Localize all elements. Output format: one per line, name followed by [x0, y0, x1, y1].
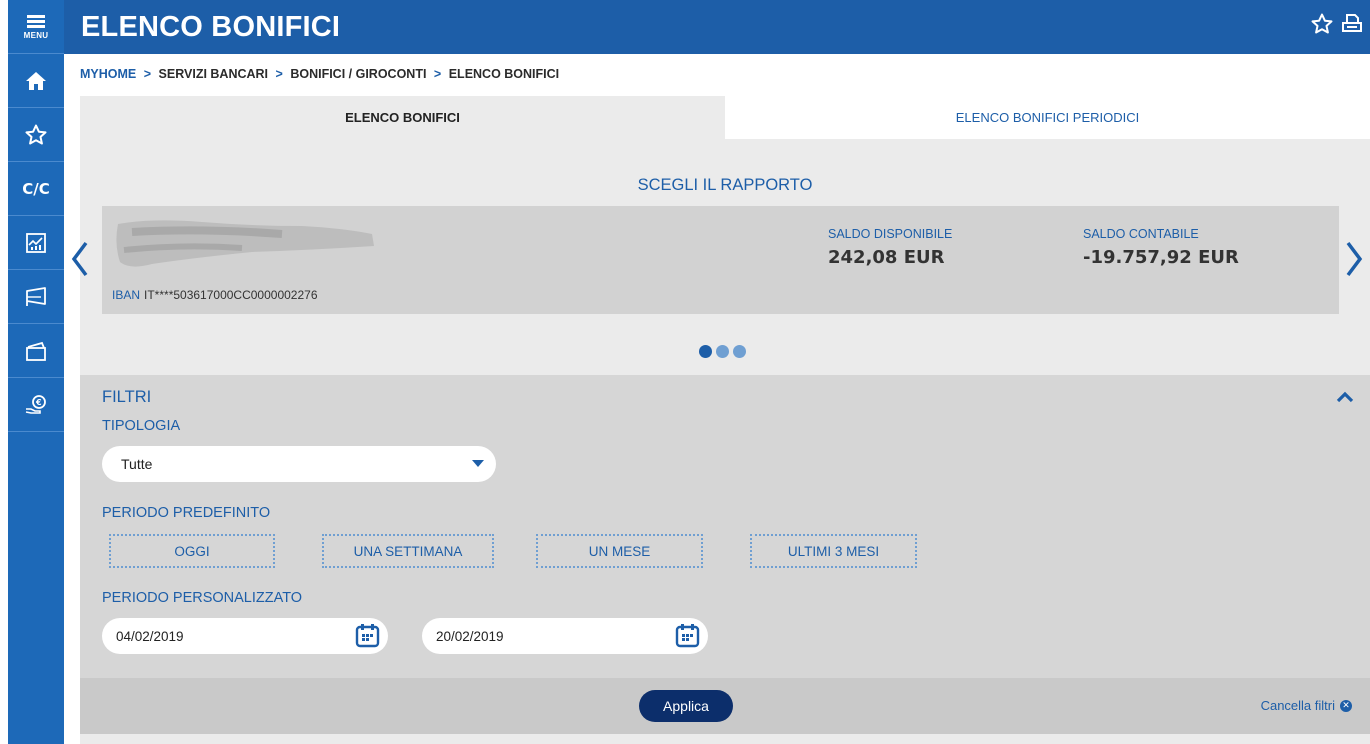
card-icon [26, 341, 46, 361]
breadcrumb: MYHOME > SERVIZI BANCARI > BONIFICI / GI… [80, 67, 559, 81]
periodo-personalizzato-label: PERIODO PERSONALIZZATO [102, 590, 303, 606]
euro-hand-icon: € [25, 394, 46, 414]
breadcrumb-item[interactable]: SERVIZI BANCARI [159, 67, 269, 81]
iban-label: IBAN [112, 288, 141, 302]
filters-panel: FILTRI TIPOLOGIA Tutte PERIODO PREDEFINI… [80, 375, 1370, 678]
filters-footer: Applica Cancella filtri ✕ [80, 678, 1370, 734]
chevron-left-icon[interactable] [70, 239, 90, 279]
megaphone-icon [26, 286, 46, 306]
period-week-button[interactable]: UNA SETTIMANA [322, 534, 494, 568]
choose-account-title: SCEGLI IL RAPPORTO [637, 176, 813, 194]
home-icon [26, 71, 46, 90]
saldo-disponibile: SALDO DISPONIBILE 242,08 EUR [828, 227, 952, 268]
periodo-predefinito-label: PERIODO PREDEFINITO [102, 505, 271, 521]
breadcrumb-item-current: ELENCO BONIFICI [448, 67, 560, 81]
date-to-field[interactable]: 20/02/2019 [422, 618, 708, 654]
favorite-star-icon[interactable] [1310, 12, 1334, 36]
menu-label: MENU [23, 31, 49, 40]
breadcrumb-item[interactable]: BONIFICI / GIROCONTI [290, 67, 426, 81]
tab-elenco-bonifici[interactable]: ELENCO BONIFICI [80, 96, 725, 139]
tipologia-select[interactable]: Tutte [102, 446, 496, 482]
sidebar-item-home[interactable] [8, 54, 64, 108]
print-icon[interactable] [1340, 12, 1364, 36]
page-header: ELENCO BONIFICI [64, 0, 1370, 54]
sidebar-item-news[interactable] [8, 270, 64, 324]
saldo-disponibile-label: SALDO DISPONIBILE [828, 227, 953, 241]
pager-dot-2[interactable] [716, 345, 729, 358]
date-from-field[interactable]: 04/02/2019 [102, 618, 388, 654]
sidebar-item-cc-label: C/C [22, 179, 50, 198]
breadcrumb-home[interactable]: MYHOME [80, 67, 136, 81]
redacted-account-name [116, 220, 375, 267]
main-content: SCEGLI IL RAPPORTO IBAN IT****503617000CC… [71, 139, 1370, 744]
hamburger-icon [27, 13, 45, 30]
calendar-icon[interactable] [355, 623, 380, 648]
breadcrumb-separator: > [433, 67, 442, 81]
account-card[interactable]: IBAN IT****503617000CC0000002276 SALDO DI… [102, 206, 1339, 314]
sidebar-item-payments[interactable]: € [8, 378, 64, 432]
clear-filters-link[interactable]: Cancella filtri ✕ [1261, 698, 1352, 713]
star-icon [25, 124, 47, 144]
caret-down-icon [472, 460, 484, 467]
chevron-up-icon[interactable] [1336, 390, 1354, 404]
saldo-contabile-label: SALDO CONTABILE [1083, 227, 1199, 241]
chevron-right-icon[interactable] [1344, 239, 1364, 279]
app-root: MENU C/C € ELENCO BONIFICI MYHOME > SERV… [0, 0, 1370, 744]
date-from-value: 04/02/2019 [116, 628, 184, 644]
saldo-contabile: SALDO CONTABILE -19.757,92 EUR [1083, 227, 1239, 268]
period-3-months-button[interactable]: ULTIMI 3 MESI [750, 534, 917, 568]
period-today-button[interactable]: OGGI [109, 534, 275, 568]
iban: IBAN IT****503617000CC0000002276 [112, 288, 318, 302]
sidebar-item-conto-corrente[interactable]: C/C [8, 162, 64, 216]
sidebar-item-investments[interactable] [8, 216, 64, 270]
breadcrumb-separator: > [143, 67, 152, 81]
sidebar: MENU C/C € [8, 0, 64, 744]
sidebar-item-cards[interactable] [8, 324, 64, 378]
chart-icon [26, 232, 46, 253]
svg-text:€: € [35, 398, 42, 407]
clear-filters-label: Cancella filtri [1260, 698, 1335, 713]
close-circle-icon: ✕ [1340, 699, 1352, 712]
date-to-value: 20/02/2019 [436, 628, 504, 644]
pager-dot-3[interactable] [733, 345, 746, 358]
tipologia-label: TIPOLOGIA [102, 418, 181, 434]
menu-button[interactable]: MENU [8, 0, 64, 54]
tipologia-value: Tutte [121, 456, 153, 472]
apply-button[interactable]: Applica [639, 690, 733, 722]
period-month-button[interactable]: UN MESE [536, 534, 703, 568]
sidebar-item-favorites[interactable] [8, 108, 64, 162]
page-title: ELENCO BONIFICI [81, 10, 341, 43]
tab-elenco-bonifici-periodici[interactable]: ELENCO BONIFICI PERIODICI [725, 96, 1370, 139]
saldo-disponibile-value: 242,08 EUR [828, 247, 945, 268]
tab-bar: ELENCO BONIFICI ELENCO BONIFICI PERIODIC… [80, 96, 1370, 139]
header-actions [1310, 12, 1364, 36]
saldo-contabile-value: -19.757,92 EUR [1083, 247, 1239, 268]
filters-title[interactable]: FILTRI [102, 388, 151, 407]
iban-value: IT****503617000CC0000002276 [144, 288, 318, 302]
pager-dot-1[interactable] [699, 345, 712, 358]
carousel-pager [699, 345, 746, 358]
calendar-icon[interactable] [675, 623, 700, 648]
breadcrumb-separator: > [275, 67, 283, 81]
